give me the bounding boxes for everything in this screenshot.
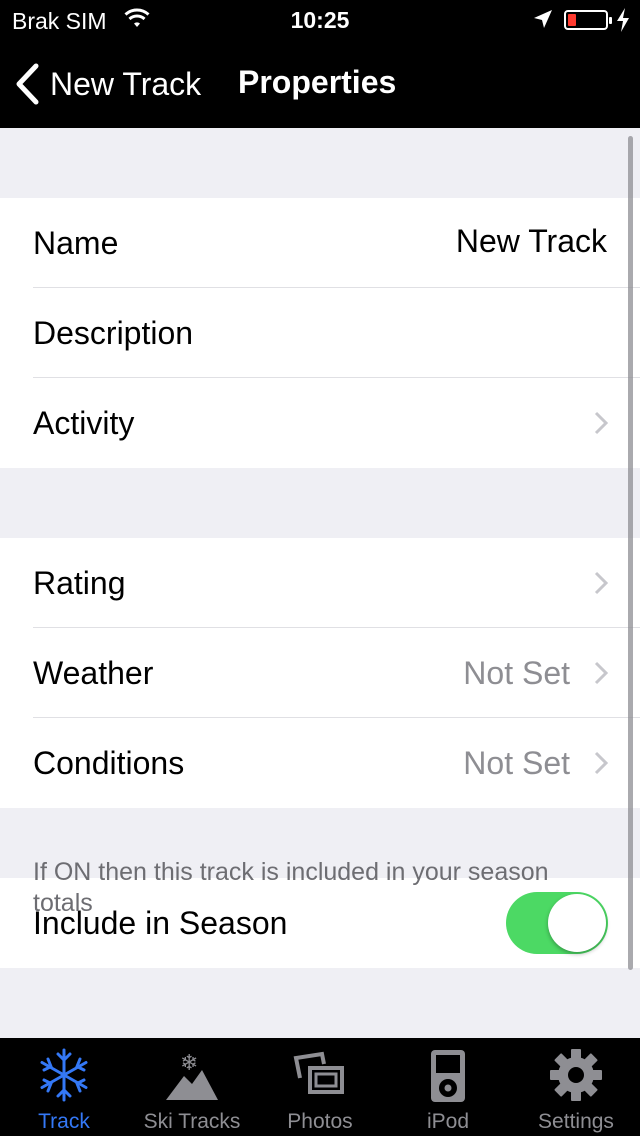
tab-settings[interactable]: Settings <box>512 1038 640 1136</box>
chevron-right-icon <box>594 751 609 780</box>
row-name-value[interactable]: New Track <box>456 198 607 284</box>
section-conditions: Rating Weather Not Set Conditions Not Se… <box>0 538 640 808</box>
tab-settings-label: Settings <box>538 1110 614 1133</box>
page-title: Properties <box>238 64 397 100</box>
charging-bolt-icon <box>616 8 630 38</box>
chevron-right-icon <box>594 661 609 690</box>
scrollbar[interactable] <box>628 136 633 970</box>
row-activity-label: Activity <box>33 405 135 441</box>
row-weather-label: Weather <box>33 655 154 691</box>
chevron-left-icon <box>16 63 39 105</box>
row-rating-label: Rating <box>33 565 126 601</box>
photos-icon <box>292 1048 348 1107</box>
tab-photos[interactable]: Photos <box>256 1038 384 1136</box>
row-conditions-label: Conditions <box>33 745 185 781</box>
row-name-label: Name <box>33 225 119 261</box>
navigation-bar: New Track Properties <box>0 40 640 128</box>
row-conditions-value: Not Set <box>463 745 570 781</box>
gear-icon <box>549 1048 603 1107</box>
location-arrow-icon <box>532 8 554 36</box>
row-description-label: Description <box>33 315 194 351</box>
tab-photos-label: Photos <box>287 1110 353 1133</box>
tab-ipod[interactable]: iPod <box>384 1038 512 1136</box>
tab-track-label: Track <box>38 1110 90 1133</box>
season-footnote: If ON then this track is included in you… <box>33 858 549 917</box>
mountain-icon: ❄ <box>164 1048 220 1107</box>
snowflake-icon <box>37 1048 91 1107</box>
tab-ski-tracks-label: Ski Tracks <box>143 1110 241 1133</box>
back-button-label: New Track <box>50 65 202 102</box>
tab-bar: Track ❄ Ski Tracks Photos iPod Settings <box>0 1038 640 1136</box>
section-track-info: Name New Track Description Activity <box>0 198 640 468</box>
row-conditions[interactable]: Conditions Not Set <box>0 718 640 808</box>
tab-track[interactable]: Track <box>0 1038 128 1136</box>
status-bar: Brak SIM 10:25 <box>0 0 640 40</box>
battery-icon <box>564 10 612 30</box>
chevron-right-icon <box>594 411 609 440</box>
svg-text:❄: ❄ <box>180 1051 198 1076</box>
row-description[interactable]: Description <box>0 288 640 378</box>
row-activity[interactable]: Activity <box>0 378 640 468</box>
row-rating[interactable]: Rating <box>0 538 640 628</box>
row-weather[interactable]: Weather Not Set <box>0 628 640 718</box>
ipod-icon <box>428 1048 468 1109</box>
tab-ipod-label: iPod <box>426 1110 470 1133</box>
row-name[interactable]: Name New Track <box>0 198 640 288</box>
chevron-right-icon <box>594 571 609 600</box>
row-weather-value: Not Set <box>463 655 570 691</box>
back-button[interactable]: New Track <box>14 60 201 108</box>
tab-ski-tracks[interactable]: ❄ Ski Tracks <box>128 1038 256 1136</box>
